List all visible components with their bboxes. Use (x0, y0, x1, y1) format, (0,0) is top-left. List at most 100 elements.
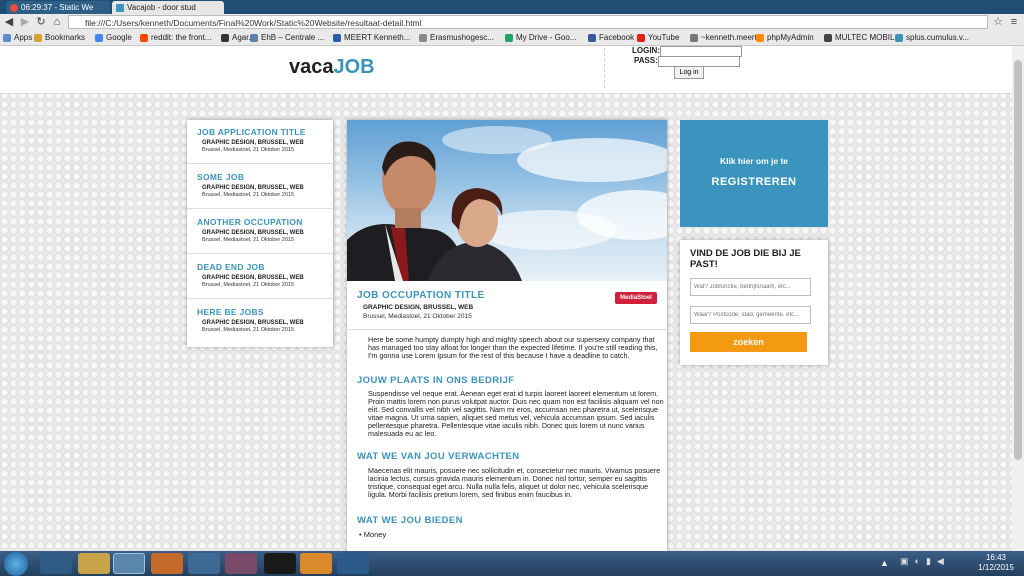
bookmark-icon (3, 33, 11, 42)
terminal-icon[interactable] (264, 553, 296, 574)
media-player-icon[interactable] (300, 553, 332, 574)
bookmark-item[interactable]: Facebook (588, 31, 634, 45)
bookmark-icon (95, 33, 103, 42)
job-detail-card: JOB OCCUPATION TITLE GRAPHIC DESIGN, BRU… (347, 120, 667, 551)
forward-icon[interactable]: ▶ (18, 16, 32, 29)
register-link[interactable]: REGISTREREN (680, 176, 828, 188)
bookmark-item[interactable]: YouTube (637, 31, 679, 45)
taskbar-clock[interactable]: 16:43 1/12/2015 (968, 553, 1024, 573)
star-icon[interactable]: ☆ (991, 16, 1005, 29)
divider (347, 329, 667, 330)
job-list-item[interactable]: JOB APPLICATION TITLE GRAPHIC DESIGN, BR… (187, 120, 333, 164)
detail-title: JOB OCCUPATION TITLE (357, 290, 485, 301)
section-text: Suspendisse vel neque erat. Aenean eget … (368, 389, 664, 438)
pass-label: PASS: (634, 56, 658, 65)
register-banner[interactable]: Klik hier om je te REGISTREREN (680, 120, 828, 227)
bookmark-item[interactable]: Google (95, 31, 132, 45)
firefox-icon[interactable] (151, 553, 183, 574)
section-text: Maecenas elit mauris, posuere nec sollic… (368, 466, 661, 499)
job-title[interactable]: SOME JOB (197, 172, 244, 182)
job-list-item[interactable]: HERE BE JOBS GRAPHIC DESIGN, BRUSSEL, WE… (187, 300, 333, 344)
job-list-item[interactable]: DEAD END JOB GRAPHIC DESIGN, BRUSSEL, WE… (187, 255, 333, 299)
file-explorer-icon[interactable] (78, 553, 110, 574)
bookmark-item[interactable]: reddit: the front... (140, 31, 211, 45)
job-title[interactable]: HERE BE JOBS (197, 307, 264, 317)
search-heading: VIND DE JOB DIE BIJ JE PAST! (690, 248, 801, 270)
bookmark-item[interactable]: MULTEC MOBIL... (824, 31, 901, 45)
start-button[interactable] (4, 552, 28, 576)
job-location: Brussel, Mediastoel, 21 Oktober 2015 (202, 147, 295, 153)
bookmark-icon (895, 33, 903, 42)
system-tray-icons[interactable]: ▣◐▮◀ (900, 556, 960, 572)
job-location: Brussel, Mediastoel, 21 Oktober 2015 (202, 192, 295, 198)
menu-icon[interactable]: ≡ (1007, 16, 1021, 29)
bookmark-icon (221, 33, 229, 42)
job-list-item[interactable]: SOME JOB GRAPHIC DESIGN, BRUSSEL, WEB Br… (187, 165, 333, 209)
reload-icon[interactable]: ↻ (34, 16, 48, 29)
bookmark-item[interactable]: Erasmushogesc... (419, 31, 494, 45)
job-title[interactable]: ANOTHER OCCUPATION (197, 217, 303, 227)
bookmark-item[interactable]: Bookmarks (34, 31, 85, 45)
back-icon[interactable]: ◀ (2, 16, 16, 29)
login-button[interactable]: Log in (674, 66, 704, 79)
browser-tab-active[interactable]: Vacajob - door stud (112, 1, 224, 14)
bookmark-icon (333, 33, 341, 42)
benefit-list-item: • Money (359, 530, 387, 539)
bookmark-icon (637, 33, 645, 42)
job-list-item[interactable]: ANOTHER OCCUPATION GRAPHIC DESIGN, BRUSS… (187, 210, 333, 254)
bookmark-icon (690, 33, 698, 42)
bookmark-item[interactable]: EhB – Centrale ... (250, 31, 324, 45)
search-panel: VIND DE JOB DIE BIJ JE PAST! zoeken (680, 240, 828, 365)
scrollbar-thumb[interactable] (1014, 60, 1022, 460)
tray-arrow-icon[interactable]: ▲ (880, 558, 889, 568)
register-text: Klik hier om je te (719, 156, 789, 166)
chrome-icon[interactable] (113, 553, 145, 574)
bookmark-item[interactable]: splus.cumulus.v... (895, 31, 969, 45)
detail-location: Brussel, Mediastoel, 21 Oktober 2015 (363, 313, 472, 320)
site-logo[interactable]: vacaJOB (289, 56, 375, 79)
browser-tab-inactive[interactable]: 06:29:37 - Static We (6, 1, 110, 14)
internet-explorer-icon[interactable] (40, 553, 72, 574)
bookmark-item[interactable]: ~kenneth.meert (690, 31, 757, 45)
bookmark-icon (756, 33, 764, 42)
job-category: GRAPHIC DESIGN, BRUSSEL, WEB (202, 185, 304, 191)
home-icon[interactable]: ⌂ (50, 16, 64, 29)
site-favicon-icon (116, 3, 124, 12)
job-keyword-input[interactable] (690, 278, 811, 296)
bookmark-icon (588, 33, 596, 42)
brackets-icon[interactable] (337, 553, 369, 574)
paint-icon[interactable] (225, 553, 257, 574)
bookmark-item[interactable]: Apps (3, 31, 32, 45)
job-list: JOB APPLICATION TITLE GRAPHIC DESIGN, BR… (187, 120, 333, 347)
login-label: LOGIN: (632, 46, 660, 55)
url-input[interactable]: file:///C:/Users/kenneth/Documents/Final… (68, 15, 988, 29)
intro-text: Here be some humpty dumpty high and migh… (368, 335, 658, 360)
header-divider (604, 48, 606, 88)
bookmark-icon (250, 33, 258, 42)
bookmark-item[interactable]: My Drive - Goo... (505, 31, 576, 45)
section-heading: JOUW PLAATS IN ONS BEDRIJF (357, 375, 515, 386)
bookmark-icon (140, 33, 148, 42)
job-title[interactable]: DEAD END JOB (197, 262, 265, 272)
search-button[interactable]: zoeken (690, 332, 807, 352)
detail-category: GRAPHIC DESIGN, BRUSSEL, WEB (363, 304, 474, 311)
job-title[interactable]: JOB APPLICATION TITLE (197, 127, 306, 137)
bookmark-icon (824, 33, 832, 42)
bookmark-item[interactable]: MEERT Kenneth... (333, 31, 410, 45)
job-location: Brussel, Mediastoel, 21 Oktober 2015 (202, 327, 295, 333)
bookmark-item[interactable]: phpMyAdmin (756, 31, 814, 45)
job-category: GRAPHIC DESIGN, BRUSSEL, WEB (202, 230, 304, 236)
bookmark-icon (419, 33, 427, 42)
job-category: GRAPHIC DESIGN, BRUSSEL, WEB (202, 140, 304, 146)
job-location: Brussel, Mediastoel, 21 Oktober 2015 (202, 282, 295, 288)
location-input[interactable] (690, 306, 811, 324)
job-category: GRAPHIC DESIGN, BRUSSEL, WEB (202, 320, 304, 326)
header-photo (347, 120, 667, 281)
network-icon[interactable] (188, 553, 220, 574)
record-icon (10, 3, 18, 12)
bookmark-icon (34, 33, 42, 42)
company-logo: MediaStoel (615, 292, 657, 304)
page-viewport: vacaJOB LOGIN: PASS: Log in JOB APPLICAT… (0, 46, 1012, 551)
section-heading: WAT WE VAN JOU VERWACHTEN (357, 451, 520, 462)
job-category: GRAPHIC DESIGN, BRUSSEL, WEB (202, 275, 304, 281)
